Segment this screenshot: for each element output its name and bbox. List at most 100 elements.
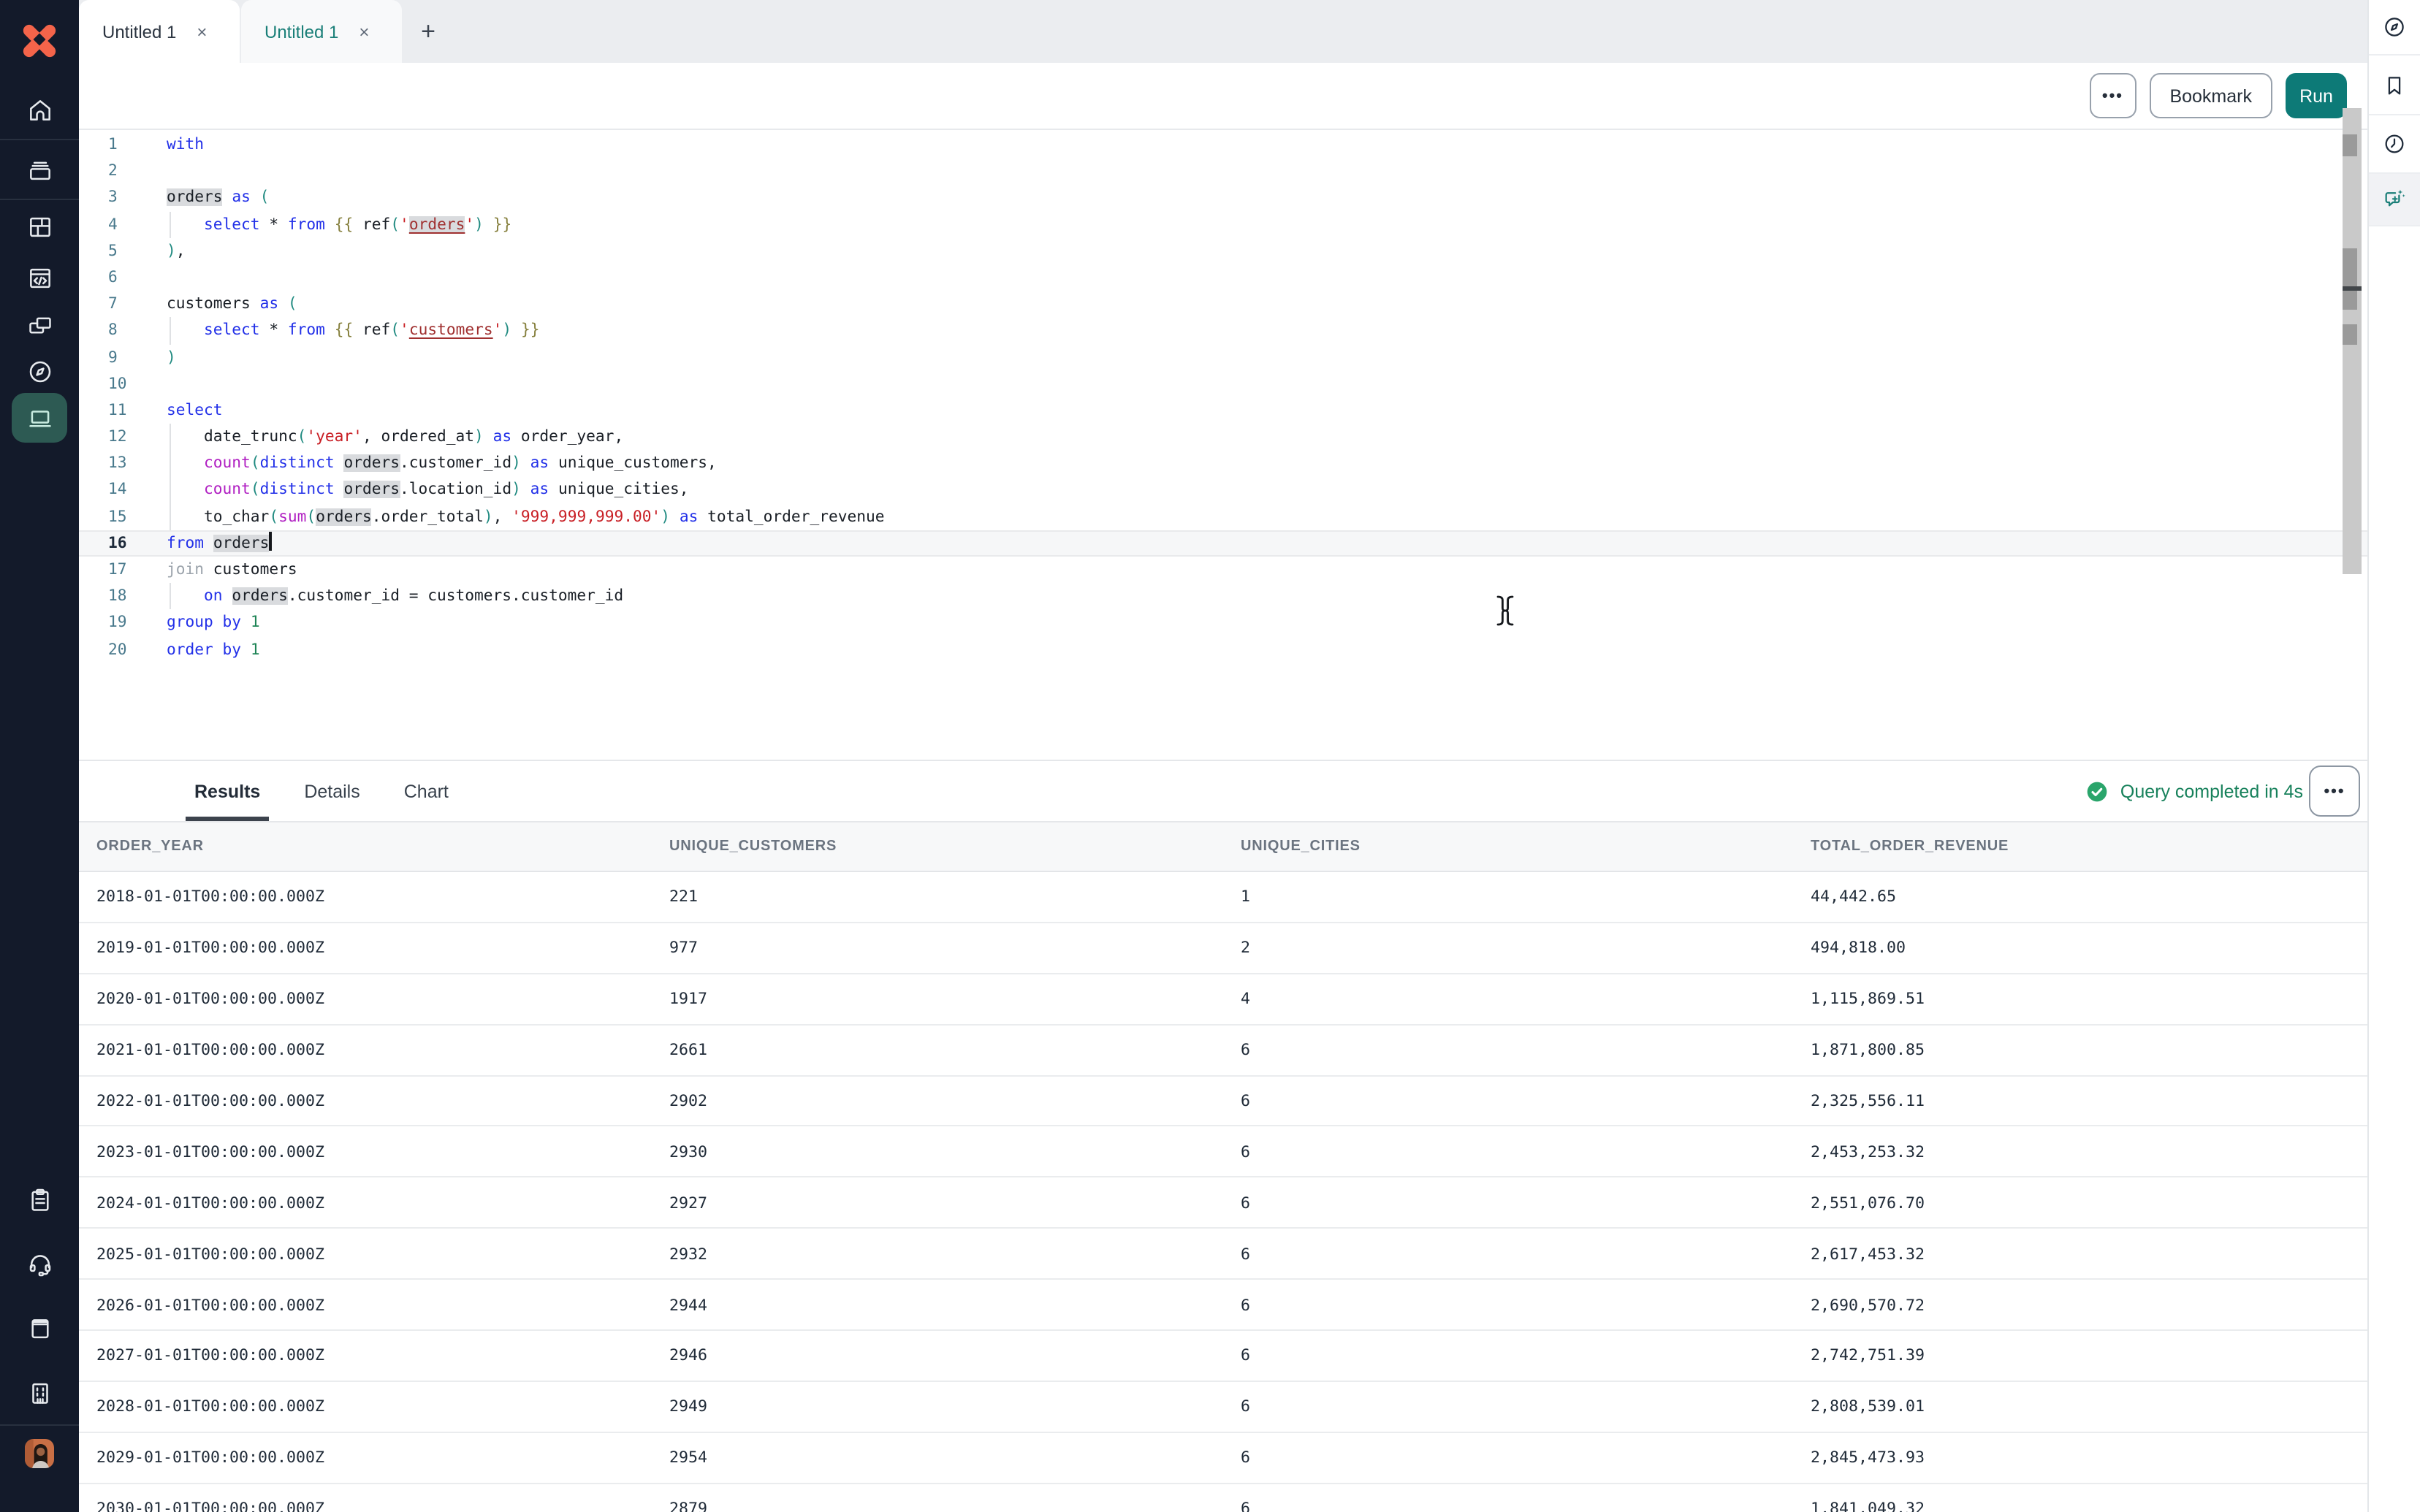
laptop-workspace-icon[interactable] — [12, 393, 67, 443]
table-row[interactable]: 2024-01-01T00:00:00.000Z292762,551,076.7… — [79, 1178, 2367, 1229]
code-line[interactable]: 20order by 1 — [79, 636, 2367, 663]
notebook-tab[interactable]: Untitled 1 × — [79, 0, 240, 63]
line-number[interactable]: 5 — [79, 238, 167, 264]
line-number[interactable]: 3 — [79, 185, 167, 211]
hex-logo-icon[interactable] — [16, 16, 63, 63]
line-number[interactable]: 8 — [79, 318, 167, 344]
tab-label: Untitled 1 — [102, 21, 176, 42]
results-tab-details[interactable]: Details — [300, 761, 364, 821]
table-row[interactable]: 2021-01-01T00:00:00.000Z266161,871,800.8… — [79, 1025, 2367, 1076]
home-icon[interactable] — [0, 82, 79, 140]
table-row[interactable]: 2028-01-01T00:00:00.000Z294962,808,539.0… — [79, 1382, 2367, 1433]
table-cell: 2030-01-01T00:00:00.000Z — [79, 1499, 652, 1512]
table-header-row: ORDER_YEARUNIQUE_CUSTOMERSUNIQUE_CITIEST… — [79, 822, 2367, 872]
code-line[interactable]: 4 select * from {{ ref('orders') }} — [79, 211, 2367, 237]
column-header[interactable]: TOTAL_ORDER_REVENUE — [1793, 839, 2367, 855]
code-line[interactable]: 2 — [79, 158, 2367, 184]
table-row[interactable]: 2018-01-01T00:00:00.000Z221144,442.65 — [79, 872, 2367, 923]
table-body: 2018-01-01T00:00:00.000Z221144,442.65201… — [79, 872, 2367, 1512]
table-row[interactable]: 2022-01-01T00:00:00.000Z290262,325,556.1… — [79, 1076, 2367, 1127]
scrollbar-thumb[interactable] — [2343, 248, 2357, 310]
line-number[interactable]: 1 — [79, 131, 167, 158]
bookmark-icon[interactable] — [2369, 56, 2420, 115]
book-docs-icon[interactable] — [0, 1296, 79, 1360]
column-header[interactable]: ORDER_YEAR — [79, 839, 652, 855]
code-line[interactable]: 5), — [79, 238, 2367, 264]
headset-support-icon[interactable] — [0, 1232, 79, 1296]
results-tab-chart[interactable]: Chart — [400, 761, 453, 821]
line-number[interactable]: 13 — [79, 451, 167, 477]
bookmark-button[interactable]: Bookmark — [2149, 73, 2272, 118]
table-row[interactable]: 2026-01-01T00:00:00.000Z294462,690,570.7… — [79, 1280, 2367, 1331]
results-more-button[interactable]: ••• — [2309, 765, 2360, 817]
line-number[interactable]: 2 — [79, 158, 167, 184]
tab-close-icon[interactable]: × — [359, 23, 369, 40]
sql-editor[interactable]: 1with23orders as (4 select * from {{ ref… — [79, 130, 2367, 760]
code-line[interactable]: 10 — [79, 370, 2367, 397]
code-line[interactable]: 15 to_char(sum(orders.order_total), '999… — [79, 503, 2367, 530]
new-tab-button[interactable]: + — [403, 0, 453, 63]
code-line[interactable]: 7customers as ( — [79, 291, 2367, 317]
table-row[interactable]: 2023-01-01T00:00:00.000Z293062,453,253.3… — [79, 1127, 2367, 1178]
compass-explore-icon[interactable] — [2369, 0, 2420, 56]
more-options-button[interactable]: ••• — [2089, 73, 2136, 118]
code-line[interactable]: 6 — [79, 264, 2367, 291]
code-line[interactable]: 18 on orders.customer_id = customers.cus… — [79, 583, 2367, 609]
results-tab-results[interactable]: Results — [190, 761, 265, 821]
line-number[interactable]: 18 — [79, 583, 167, 609]
table-row[interactable]: 2020-01-01T00:00:00.000Z191741,115,869.5… — [79, 974, 2367, 1026]
building-org-icon[interactable] — [0, 1360, 79, 1424]
scrollbar-thumb[interactable] — [2343, 324, 2357, 345]
column-header[interactable]: UNIQUE_CITIES — [1223, 839, 1793, 855]
line-number[interactable]: 14 — [79, 477, 167, 503]
editor-scrollbar[interactable] — [2343, 108, 2362, 574]
line-number[interactable]: 4 — [79, 211, 167, 237]
notebook-tab[interactable]: Untitled 1× — [241, 0, 402, 63]
windows-share-icon[interactable] — [0, 302, 79, 351]
code-line[interactable]: 17join customers — [79, 557, 2367, 583]
dashboard-grid-icon[interactable] — [0, 200, 79, 254]
tab-close-icon[interactable]: × — [197, 23, 207, 40]
table-cell: 2020-01-01T00:00:00.000Z — [79, 989, 652, 1008]
code-line[interactable]: 12 date_trunc('year', ordered_at) as ord… — [79, 424, 2367, 450]
code-text: count(distinct orders.location_id) as un… — [167, 477, 2367, 503]
code-text: select * from {{ ref('customers') }} — [167, 318, 2367, 344]
line-number[interactable]: 17 — [79, 557, 167, 583]
projects-archive-icon[interactable] — [0, 140, 79, 200]
line-number[interactable]: 12 — [79, 424, 167, 450]
magic-chat-icon[interactable] — [2369, 174, 2420, 226]
line-number[interactable]: 15 — [79, 503, 167, 530]
code-line[interactable]: 9) — [79, 344, 2367, 370]
clipboard-icon[interactable] — [0, 1167, 79, 1232]
code-line[interactable]: 19group by 1 — [79, 610, 2367, 636]
line-number[interactable]: 7 — [79, 291, 167, 317]
line-number[interactable]: 11 — [79, 397, 167, 424]
scrollbar-thumb[interactable] — [2343, 134, 2357, 156]
table-row[interactable]: 2025-01-01T00:00:00.000Z293262,617,453.3… — [79, 1229, 2367, 1280]
code-line[interactable]: 14 count(distinct orders.location_id) as… — [79, 477, 2367, 503]
table-cell: 2026-01-01T00:00:00.000Z — [79, 1295, 652, 1314]
code-window-icon[interactable] — [0, 254, 79, 302]
compass-explore-icon[interactable] — [0, 351, 79, 392]
table-row[interactable]: 2030-01-01T00:00:00.000Z287961,841,049.3… — [79, 1484, 2367, 1512]
line-number[interactable]: 10 — [79, 370, 167, 397]
user-avatar[interactable] — [25, 1439, 54, 1468]
code-line[interactable]: 13 count(distinct orders.customer_id) as… — [79, 451, 2367, 477]
code-line[interactable]: 11select — [79, 397, 2367, 424]
code-line[interactable]: 8 select * from {{ ref('customers') }} — [79, 318, 2367, 344]
table-row[interactable]: 2029-01-01T00:00:00.000Z295462,845,473.9… — [79, 1433, 2367, 1484]
line-number[interactable]: 19 — [79, 610, 167, 636]
line-number[interactable]: 16 — [79, 530, 167, 557]
column-header[interactable]: UNIQUE_CUSTOMERS — [652, 839, 1223, 855]
code-line[interactable]: 3orders as ( — [79, 185, 2367, 211]
table-row[interactable]: 2019-01-01T00:00:00.000Z9772494,818.00 — [79, 923, 2367, 974]
table-row[interactable]: 2027-01-01T00:00:00.000Z294662,742,751.3… — [79, 1331, 2367, 1382]
history-clock-icon[interactable] — [2369, 115, 2420, 174]
line-number[interactable]: 6 — [79, 264, 167, 291]
line-number[interactable]: 20 — [79, 636, 167, 663]
run-button[interactable]: Run — [2286, 73, 2347, 118]
code-text — [167, 158, 2367, 184]
code-line[interactable]: 1with — [79, 131, 2367, 158]
code-line[interactable]: 16from orders — [79, 530, 2367, 557]
line-number[interactable]: 9 — [79, 344, 167, 370]
